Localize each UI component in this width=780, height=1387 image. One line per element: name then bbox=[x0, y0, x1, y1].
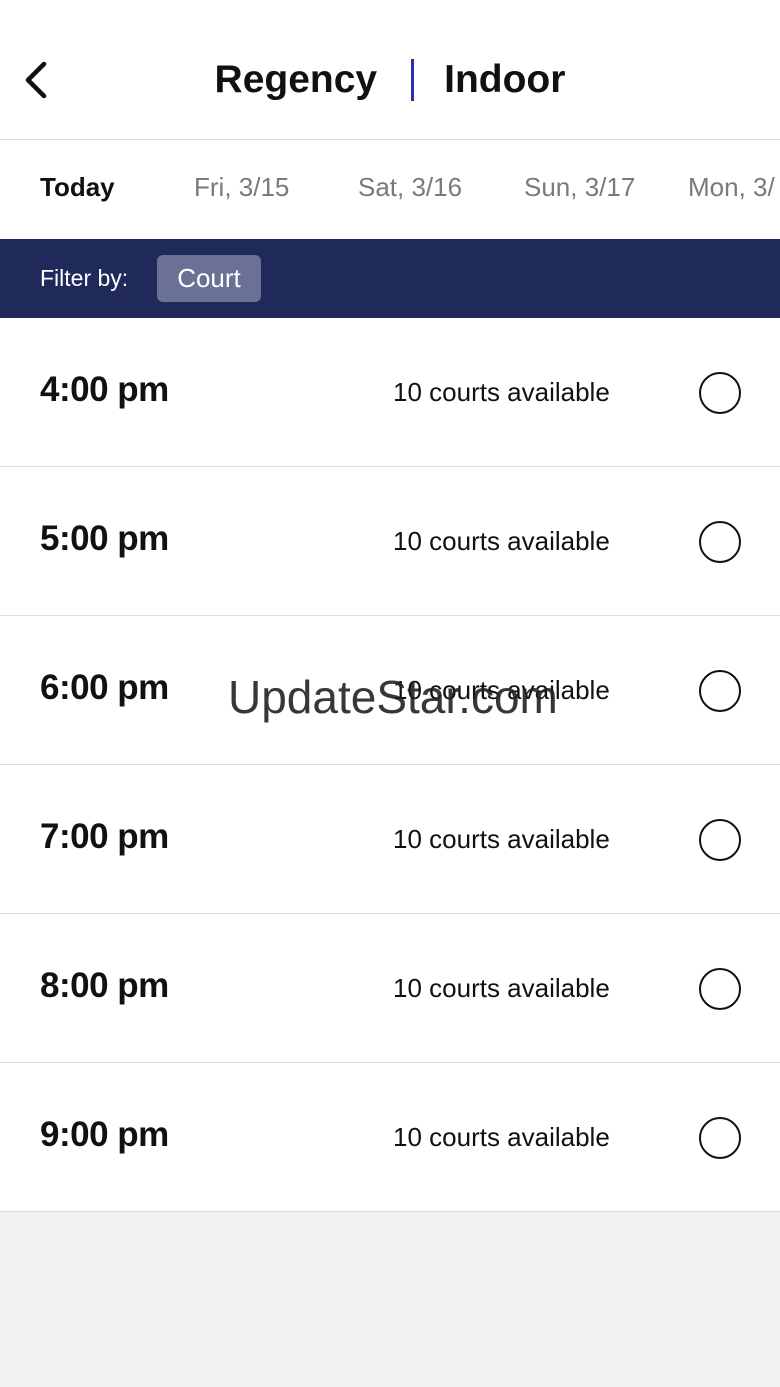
date-tab-today[interactable]: Today bbox=[40, 172, 115, 203]
slot-availability: 10 courts available bbox=[393, 973, 610, 1003]
time-slot-row[interactable]: 5:00 pm 10 courts available bbox=[0, 467, 780, 616]
date-tab-sat[interactable]: Sat, 3/16 bbox=[358, 172, 462, 203]
filter-label: Filter by: bbox=[40, 265, 129, 291]
slot-availability: 10 courts available bbox=[393, 526, 610, 556]
slot-radio-button[interactable] bbox=[699, 521, 741, 563]
slot-availability: 10 courts available bbox=[393, 675, 610, 705]
date-tab-sun[interactable]: Sun, 3/17 bbox=[524, 172, 635, 203]
slot-time: 9:00 pm bbox=[40, 1115, 169, 1154]
slot-time: 4:00 pm bbox=[40, 370, 169, 409]
slot-radio-button[interactable] bbox=[699, 372, 741, 414]
slot-radio-button[interactable] bbox=[699, 819, 741, 861]
slot-radio-button[interactable] bbox=[699, 968, 741, 1010]
date-tab-fri[interactable]: Fri, 3/15 bbox=[194, 172, 289, 203]
date-tabs: Today Fri, 3/15 Sat, 3/16 Sun, 3/17 Mon,… bbox=[0, 140, 780, 239]
date-tab-mon[interactable]: Mon, 3/ bbox=[688, 172, 775, 203]
app-header: Regency Indoor bbox=[0, 0, 780, 140]
slot-availability: 10 courts available bbox=[393, 1122, 610, 1152]
time-slot-row[interactable]: 8:00 pm 10 courts available bbox=[0, 914, 780, 1063]
facility-name: Regency bbox=[214, 58, 378, 101]
time-slot-list: 4:00 pm 10 courts available 5:00 pm 10 c… bbox=[0, 318, 780, 1212]
slot-availability: 10 courts available bbox=[393, 377, 610, 407]
slot-availability: 10 courts available bbox=[393, 824, 610, 854]
time-slot-row[interactable]: 4:00 pm 10 courts available bbox=[0, 318, 780, 467]
court-type: Indoor bbox=[444, 58, 566, 101]
time-slot-row[interactable]: 9:00 pm 10 courts available bbox=[0, 1063, 780, 1212]
time-slot-row[interactable]: 6:00 pm 10 courts available bbox=[0, 616, 780, 765]
slot-time: 6:00 pm bbox=[40, 668, 169, 707]
slot-time: 8:00 pm bbox=[40, 966, 169, 1005]
slot-radio-button[interactable] bbox=[699, 1117, 741, 1159]
slot-time: 5:00 pm bbox=[40, 519, 169, 558]
slot-radio-button[interactable] bbox=[699, 670, 741, 712]
page-title: Regency Indoor bbox=[0, 52, 780, 108]
time-slot-row[interactable]: 7:00 pm 10 courts available bbox=[0, 765, 780, 914]
title-separator bbox=[411, 59, 415, 101]
filter-bar: Filter by: Court bbox=[0, 239, 780, 318]
slot-time: 7:00 pm bbox=[40, 817, 169, 856]
filter-chip-court[interactable]: Court bbox=[157, 255, 261, 302]
